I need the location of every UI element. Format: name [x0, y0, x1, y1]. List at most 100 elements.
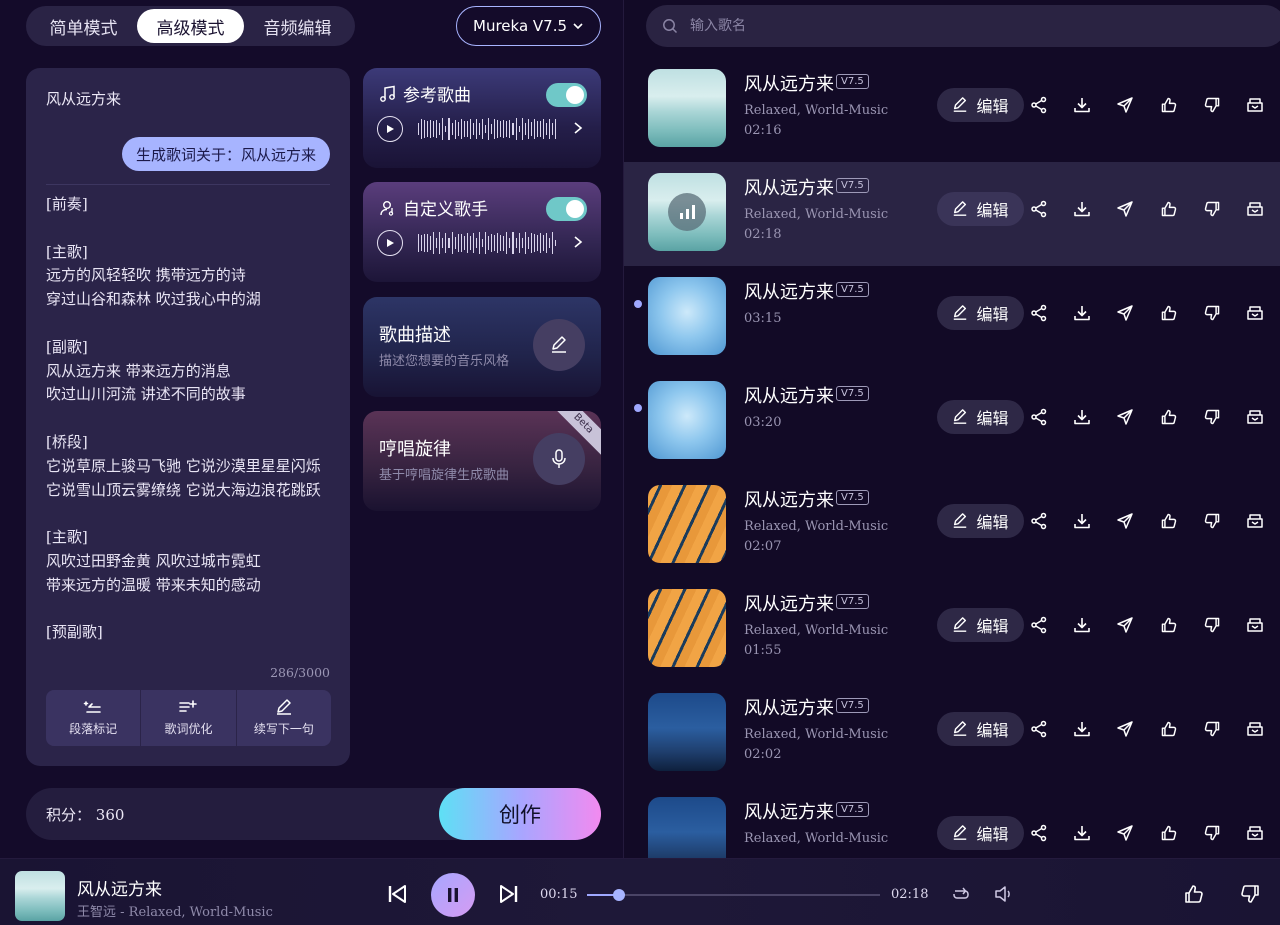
song-title[interactable]: 风从远方来 — [744, 382, 834, 408]
send-button[interactable] — [1115, 199, 1135, 219]
song-row[interactable]: 风从远方来 V7.5 03:20 编辑 — [624, 370, 1280, 474]
chevron-right-icon[interactable] — [573, 235, 583, 249]
song-title[interactable]: 风从远方来 — [744, 590, 834, 616]
share-button[interactable] — [1029, 303, 1049, 323]
archive-button[interactable] — [1245, 407, 1265, 427]
download-button[interactable] — [1072, 719, 1092, 739]
send-button[interactable] — [1115, 303, 1135, 323]
thumbs-down-button[interactable] — [1202, 303, 1222, 323]
edit-button[interactable]: 编辑 — [937, 400, 1024, 434]
download-button[interactable] — [1072, 303, 1092, 323]
singer-waveform[interactable] — [418, 232, 557, 254]
song-title[interactable]: 风从远方来 — [744, 486, 834, 512]
thumbs-down-button[interactable] — [1202, 95, 1222, 115]
singer-play-button[interactable] — [377, 230, 403, 256]
thumbs-up-button[interactable] — [1159, 719, 1179, 739]
song-description-card[interactable]: 歌曲描述 描述您想要的音乐风格 — [363, 297, 601, 397]
song-cover-art[interactable] — [648, 485, 726, 563]
player-like-button[interactable] — [1182, 882, 1206, 906]
download-button[interactable] — [1072, 199, 1092, 219]
thumbs-down-button[interactable] — [1202, 823, 1222, 843]
thumbs-up-button[interactable] — [1159, 407, 1179, 427]
edit-button[interactable]: 编辑 — [937, 608, 1024, 642]
archive-button[interactable] — [1245, 823, 1265, 843]
thumbs-up-button[interactable] — [1159, 95, 1179, 115]
send-button[interactable] — [1115, 95, 1135, 115]
hum-melody-card[interactable]: Beta 哼唱旋律 基于哼唱旋律生成歌曲 — [363, 411, 601, 511]
song-row[interactable]: 风从远方来 V7.5 03:15 编辑 — [624, 266, 1280, 370]
thumbs-up-button[interactable] — [1159, 199, 1179, 219]
tab-audio-edit[interactable]: 音频编辑 — [244, 9, 351, 43]
custom-singer-toggle[interactable] — [546, 197, 587, 221]
send-button[interactable] — [1115, 719, 1135, 739]
thumbs-up-button[interactable] — [1159, 303, 1179, 323]
edit-button[interactable]: 编辑 — [937, 504, 1024, 538]
thumbs-down-button[interactable] — [1202, 199, 1222, 219]
song-cover-art[interactable] — [648, 589, 726, 667]
next-button[interactable] — [498, 883, 520, 905]
song-title[interactable]: 风从远方来 — [744, 694, 834, 720]
player-dislike-button[interactable] — [1238, 882, 1262, 906]
archive-button[interactable] — [1245, 511, 1265, 531]
song-title[interactable]: 风从远方来 — [744, 278, 834, 304]
lyrics-editor[interactable]: [前奏] [主歌] 远方的风轻轻吹 携带远方的诗 穿过山谷和森林 吹过我心中的湖… — [46, 193, 336, 643]
create-button[interactable]: 创作 — [439, 788, 601, 840]
reference-waveform[interactable] — [418, 118, 557, 140]
song-title[interactable]: 风从远方来 — [744, 798, 834, 824]
download-button[interactable] — [1072, 823, 1092, 843]
record-hum-button[interactable] — [533, 433, 585, 485]
edit-button[interactable]: 编辑 — [937, 816, 1024, 850]
thumbs-up-button[interactable] — [1159, 823, 1179, 843]
song-row[interactable]: 风从远方来 V7.5 Relaxed, World-Music 02:02 编辑 — [624, 682, 1280, 786]
reference-song-toggle[interactable] — [546, 83, 587, 107]
volume-button[interactable] — [993, 884, 1015, 904]
song-cover-art[interactable] — [648, 381, 726, 459]
share-button[interactable] — [1029, 719, 1049, 739]
archive-button[interactable] — [1245, 615, 1265, 635]
song-cover-art[interactable] — [648, 69, 726, 147]
search-input[interactable] — [690, 18, 1250, 34]
edit-button[interactable]: 编辑 — [937, 88, 1024, 122]
share-button[interactable] — [1029, 511, 1049, 531]
model-select[interactable]: Mureka V7.5 — [456, 6, 601, 46]
repeat-button[interactable] — [950, 884, 972, 904]
thumbs-down-button[interactable] — [1202, 719, 1222, 739]
edit-button[interactable]: 编辑 — [937, 296, 1024, 330]
reference-play-button[interactable] — [377, 116, 403, 142]
thumbs-down-button[interactable] — [1202, 615, 1222, 635]
send-button[interactable] — [1115, 407, 1135, 427]
download-button[interactable] — [1072, 511, 1092, 531]
thumbs-up-button[interactable] — [1159, 615, 1179, 635]
tab-advanced-mode[interactable]: 高级模式 — [137, 9, 244, 43]
thumbs-down-button[interactable] — [1202, 407, 1222, 427]
song-row[interactable]: 风从远方来 V7.5 Relaxed, World-Music 02:16 编辑 — [624, 58, 1280, 162]
thumbs-up-button[interactable] — [1159, 511, 1179, 531]
download-button[interactable] — [1072, 407, 1092, 427]
archive-button[interactable] — [1245, 199, 1265, 219]
song-cover-art[interactable] — [648, 693, 726, 771]
song-cover-art[interactable] — [648, 173, 726, 251]
download-button[interactable] — [1072, 615, 1092, 635]
section-mark-button[interactable]: 段落标记 — [46, 690, 142, 746]
chevron-right-icon[interactable] — [573, 121, 583, 135]
player-cover-art[interactable] — [15, 871, 65, 921]
progress-slider[interactable] — [587, 889, 880, 901]
song-cover-art[interactable] — [648, 277, 726, 355]
send-button[interactable] — [1115, 511, 1135, 531]
generate-lyrics-chip[interactable]: 生成歌词关于：风从远方来 — [121, 137, 330, 171]
share-button[interactable] — [1029, 823, 1049, 843]
share-button[interactable] — [1029, 407, 1049, 427]
send-button[interactable] — [1115, 615, 1135, 635]
tab-simple-mode[interactable]: 简单模式 — [30, 9, 137, 43]
song-title[interactable]: 风从远方来 — [744, 70, 834, 96]
share-button[interactable] — [1029, 615, 1049, 635]
song-row[interactable]: 风从远方来 V7.5 Relaxed, World-Music 02:07 编辑 — [624, 474, 1280, 578]
archive-button[interactable] — [1245, 303, 1265, 323]
custom-singer-card[interactable]: 自定义歌手 — [363, 182, 601, 282]
thumbs-down-button[interactable] — [1202, 511, 1222, 531]
share-button[interactable] — [1029, 199, 1049, 219]
song-row[interactable]: 风从远方来 V7.5 Relaxed, World-Music 编辑 — [624, 786, 1280, 858]
pause-button[interactable] — [431, 873, 475, 917]
song-row[interactable]: 风从远方来 V7.5 Relaxed, World-Music 01:55 编辑 — [624, 578, 1280, 682]
send-button[interactable] — [1115, 823, 1135, 843]
